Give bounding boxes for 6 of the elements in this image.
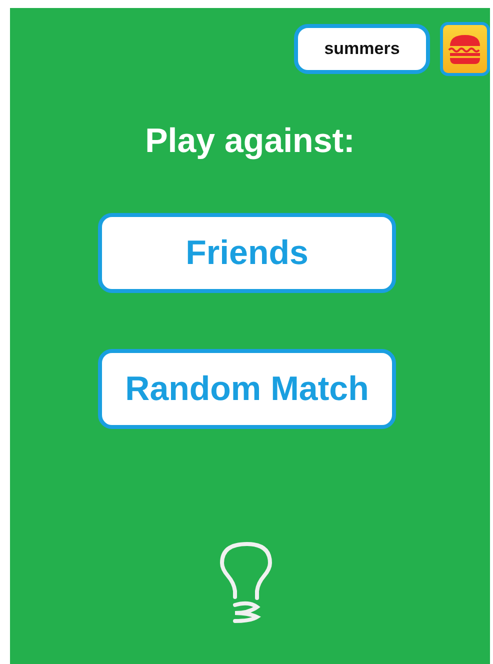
option-button[interactable]: Friends bbox=[98, 213, 396, 293]
burger-avatar-button[interactable] bbox=[440, 22, 490, 76]
burger-icon bbox=[447, 33, 483, 65]
username-label[interactable]: summers bbox=[294, 24, 430, 74]
option-button[interactable]: Random Match bbox=[98, 349, 396, 429]
heading: Play against: bbox=[144, 122, 356, 161]
